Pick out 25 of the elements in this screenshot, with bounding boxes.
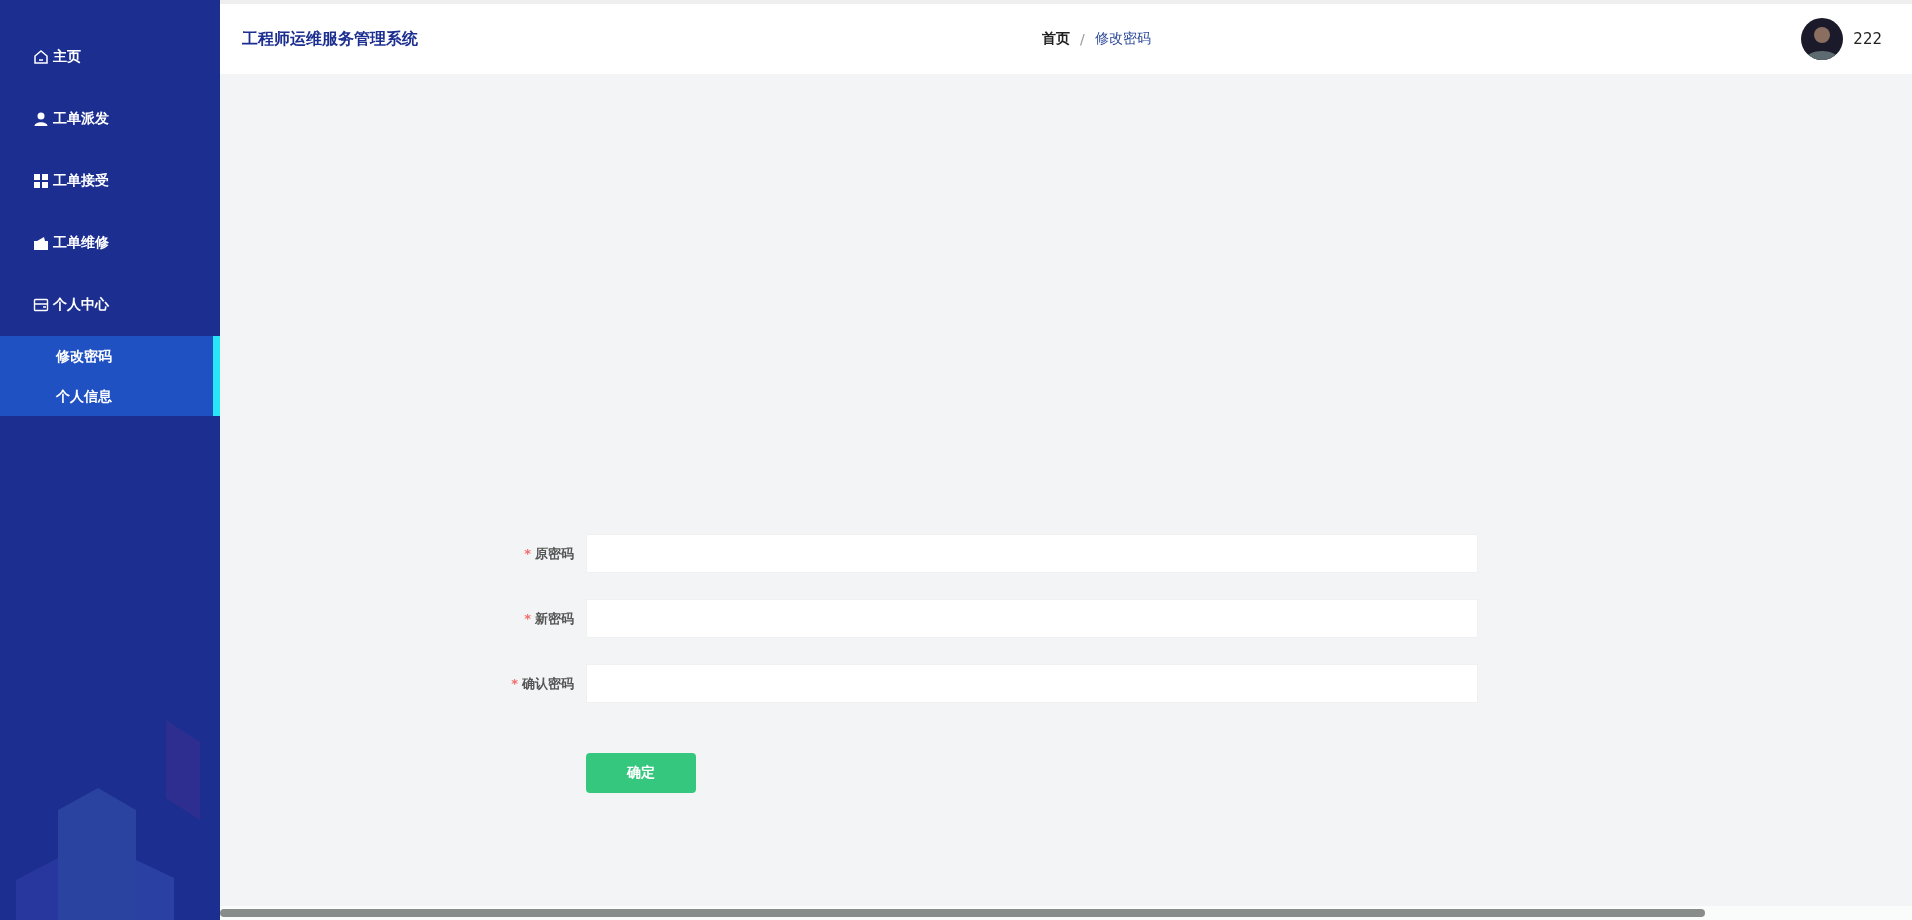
required-mark: * [511,675,518,691]
required-mark: * [524,610,531,626]
field-label: 新密码 [535,610,574,626]
breadcrumb-item: 修改密码 [1094,30,1151,48]
grid-icon [33,173,49,189]
field-label: 原密码 [535,545,574,561]
app-title: 工程师运维服务管理系统 [242,28,419,50]
scrollbar[interactable] [220,909,1705,917]
submenu-item[interactable]: 修改密码 [0,336,213,376]
menu-item[interactable]: 个人中心 [0,274,220,336]
card-icon [33,297,49,313]
username: 222 [1853,30,1882,48]
wallet-icon [33,235,49,251]
menu-item[interactable]: 工单维修 [0,212,220,274]
breadcrumb-item[interactable]: 首页 [1042,30,1070,48]
submenu-item[interactable]: 个人信息 [0,376,213,416]
avatar[interactable] [1801,18,1844,60]
breadcrumb-separator: / [1080,31,1085,47]
menu-item[interactable]: 工单接受 [0,150,220,212]
menu-item[interactable]: 工单派发 [0,88,220,150]
required-mark: * [524,545,531,561]
menu-item[interactable]: 主页 [0,26,220,88]
home-icon [33,49,49,65]
user-icon [33,111,49,127]
field-label: 确认密码 [522,675,574,691]
